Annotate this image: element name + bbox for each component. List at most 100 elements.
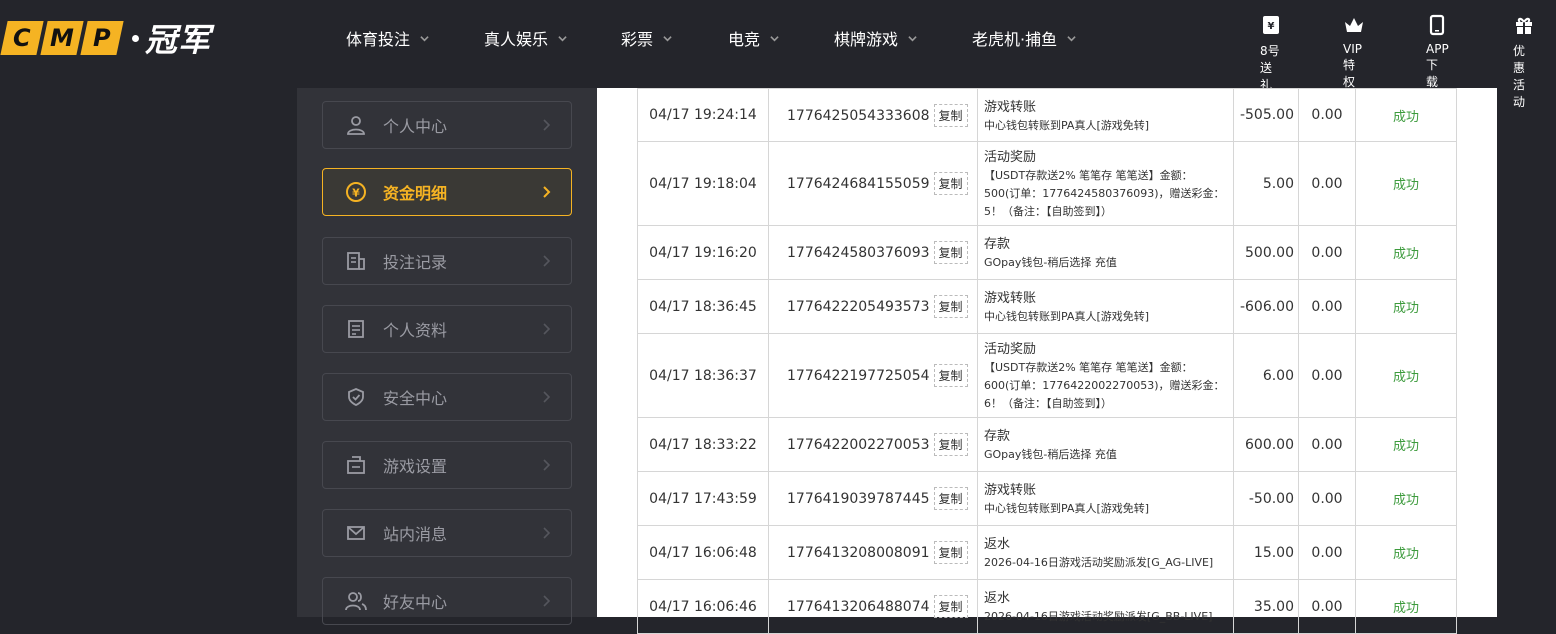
game-settings-icon: [345, 454, 367, 476]
record-detail: GOpay钱包-稍后选择 充值: [984, 448, 1117, 461]
sidebar-item-label: 资金明细: [383, 184, 448, 203]
cell-order-id: 1776422197725054 复制: [768, 333, 978, 418]
link-8-gift[interactable]: ¥ 8号送礼: [1260, 14, 1282, 93]
link-vip[interactable]: VIP特权: [1343, 14, 1365, 90]
copy-button[interactable]: 复制: [933, 364, 968, 387]
cell-description: 返水 2026-04-16日游戏活动奖励派发[G_BB-LIVE]: [977, 579, 1234, 634]
shield-icon: [345, 386, 367, 408]
order-id: 1776419039787445: [787, 491, 930, 507]
sidebar-item-personal-center[interactable]: 个人中心: [322, 101, 572, 149]
order-id: 1776422002270053: [787, 437, 930, 453]
table-row: 04/17 19:16:20 1776424580376093 复制 存款 GOpa…: [637, 225, 1457, 280]
fund-records-table: 04/17 19:24:14 1776425054333608 复制 游戏转账 中心…: [637, 88, 1457, 634]
top-bar: C M P 冠军 体育投注 真人娱乐 彩票 电竞 棋牌游戏 老虎机·捕鱼 ¥ 8…: [0, 0, 1556, 109]
cell-order-id: 1776422002270053 复制: [768, 417, 978, 472]
site-logo[interactable]: C M P 冠军: [0, 20, 211, 59]
copy-button[interactable]: 复制: [933, 595, 968, 618]
cell-amount: 600.00: [1233, 417, 1299, 472]
cell-amount: -50.00: [1233, 471, 1299, 526]
record-type: 返水: [984, 591, 1011, 606]
svg-text:¥: ¥: [1268, 21, 1275, 32]
sidebar-item-messages[interactable]: 站内消息: [322, 509, 572, 557]
sidebar-item-game-settings[interactable]: 游戏设置: [322, 441, 572, 489]
status-badge: 成功: [1355, 579, 1457, 634]
sidebar-item-label: 游戏设置: [383, 457, 448, 476]
logo-letter-box: P: [80, 21, 124, 55]
cell-description: 游戏转账 中心钱包转账到PA真人[游戏免转]: [977, 279, 1234, 334]
logo-dot: [132, 34, 139, 42]
friends-icon: [345, 590, 367, 612]
order-id: 1776422197725054: [787, 368, 930, 384]
cell-description: 返水 2026-04-16日游戏活动奖励派发[G_AG-LIVE]: [977, 525, 1234, 580]
record-type: 存款: [984, 237, 1011, 252]
copy-button[interactable]: 复制: [933, 433, 968, 456]
order-id: 1776425054333608: [787, 107, 930, 124]
copy-button[interactable]: 复制: [933, 103, 968, 127]
copy-button[interactable]: 复制: [933, 295, 968, 318]
order-id: 1776422205493573: [787, 299, 930, 315]
cell-bonus: 0.00: [1298, 417, 1356, 472]
nav-sports[interactable]: 体育投注: [346, 26, 484, 50]
sidebar-item-profile[interactable]: 个人资料: [322, 305, 572, 353]
account-sidebar: 个人中心 ¥ 资金明细 投注记录 个人资料 安全中心 游戏设置 站内消息 好友中…: [297, 88, 597, 625]
cell-order-id: 1776413208008091 复制: [768, 525, 978, 580]
cell-time: 04/17 19:18:04: [637, 141, 769, 226]
sidebar-item-label: 个人资料: [383, 321, 448, 340]
cell-time: 04/17 17:43:59: [637, 471, 769, 526]
sidebar-item-friends-center[interactable]: 好友中心: [322, 577, 572, 625]
cell-bonus: 0.00: [1298, 279, 1356, 334]
cell-time: 04/17 18:33:22: [637, 417, 769, 472]
order-id: 1776413208008091: [787, 545, 930, 561]
record-detail: 【USDT存款送2% 笔笔存 笔笔送】金额：500(订单：17764245803…: [984, 169, 1225, 218]
svg-text:¥: ¥: [352, 187, 360, 200]
nav-esports[interactable]: 电竞: [728, 26, 834, 50]
cell-amount: -505.00: [1233, 88, 1299, 142]
cell-time: 04/17 16:06:46: [637, 579, 769, 634]
sidebar-item-bet-records[interactable]: 投注记录: [322, 237, 572, 285]
sidebar-item-security-center[interactable]: 安全中心: [322, 373, 572, 421]
cell-order-id: 1776419039787445 复制: [768, 471, 978, 526]
cell-time: 04/17 18:36:45: [637, 279, 769, 334]
chevron-down-icon: [908, 35, 917, 41]
chevron-right-icon: [543, 595, 551, 607]
mail-icon: [345, 522, 367, 544]
cell-amount: 5.00: [1233, 141, 1299, 226]
copy-button[interactable]: 复制: [933, 172, 968, 195]
nav-live-casino[interactable]: 真人娱乐: [484, 26, 621, 50]
main-nav: 体育投注 真人娱乐 彩票 电竞 棋牌游戏 老虎机·捕鱼: [346, 26, 1092, 50]
logo-text: 冠军: [145, 21, 212, 59]
cell-description: 活动奖励 【USDT存款送2% 笔笔存 笔笔送】金额：600(订单：1776422…: [977, 333, 1234, 418]
link-app-download[interactable]: APP下载: [1426, 14, 1449, 90]
chevron-right-icon: [543, 119, 551, 131]
status-badge: 成功: [1355, 417, 1457, 472]
phone-icon: [1430, 14, 1445, 36]
copy-button[interactable]: 复制: [933, 541, 968, 564]
nav-lottery[interactable]: 彩票: [621, 26, 728, 50]
cell-bonus: 0.00: [1298, 88, 1356, 142]
gift-icon: [1516, 17, 1532, 34]
sidebar-item-label: 站内消息: [383, 525, 448, 544]
chevron-down-icon: [420, 35, 429, 41]
link-promotions[interactable]: 优惠活动: [1513, 14, 1535, 110]
table-row: 04/17 18:36:45 1776422205493573 复制 游戏转账 中心…: [637, 279, 1457, 334]
nav-slots-fishing[interactable]: 老虎机·捕鱼: [972, 26, 1092, 50]
record-type: 活动奖励: [984, 150, 1037, 165]
chevron-down-icon: [770, 35, 779, 41]
logo-letter-box: M: [40, 21, 84, 55]
cell-time: 04/17 19:16:20: [637, 225, 769, 280]
sidebar-item-fund-details[interactable]: ¥ 资金明细: [322, 168, 572, 216]
copy-button[interactable]: 复制: [933, 241, 968, 264]
profile-icon: [345, 318, 367, 340]
logo-letter-box: C: [0, 21, 44, 55]
cell-order-id: 1776424580376093 复制: [768, 225, 978, 280]
order-id: 1776413206488074: [787, 599, 930, 615]
record-type: 存款: [984, 429, 1011, 444]
record-detail: 中心钱包转账到PA真人[游戏免转]: [984, 502, 1150, 515]
cell-description: 游戏转账 中心钱包转账到PA真人[游戏免转]: [977, 88, 1234, 142]
fund-details-panel: 04/17 19:24:14 1776425054333608 复制 游戏转账 中心…: [597, 88, 1497, 634]
cell-amount: 15.00: [1233, 525, 1299, 580]
copy-button[interactable]: 复制: [933, 487, 968, 510]
cell-order-id: 1776413206488074 复制: [768, 579, 978, 634]
nav-chess-cards[interactable]: 棋牌游戏: [834, 26, 972, 50]
record-detail: 中心钱包转账到PA真人[游戏免转]: [984, 118, 1150, 132]
